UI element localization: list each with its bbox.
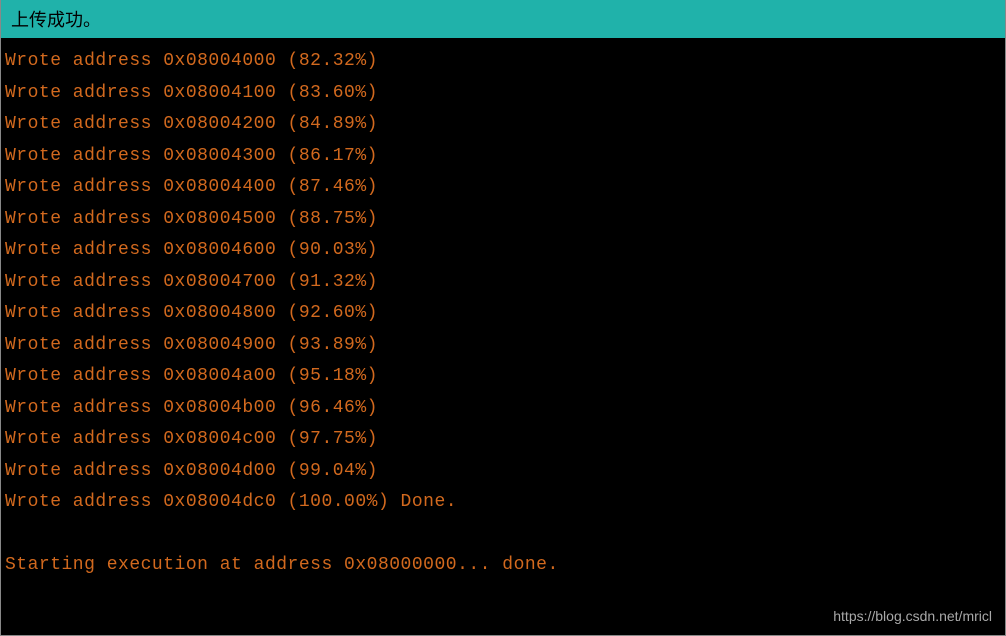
terminal-line: Wrote address 0x08004b00 (96.46%) [5,393,1001,425]
terminal-line: Wrote address 0x08004500 (88.75%) [5,204,1001,236]
terminal-line: Wrote address 0x08004c00 (97.75%) [5,424,1001,456]
terminal-line: Wrote address 0x08004200 (84.89%) [5,109,1001,141]
terminal-line: Wrote address 0x08004000 (82.32%) [5,46,1001,78]
watermark: https://blog.csdn.net/mricl [833,608,992,624]
terminal-line: Wrote address 0x08004400 (87.46%) [5,172,1001,204]
terminal-line: Wrote address 0x08004700 (91.32%) [5,267,1001,299]
terminal-line: Wrote address 0x08004a00 (95.18%) [5,361,1001,393]
status-message: 上传成功。 [11,10,101,30]
status-bar: 上传成功。 [0,0,1006,38]
terminal-output[interactable]: Wrote address 0x08004000 (82.32%) Wrote … [0,38,1006,636]
terminal-line: Wrote address 0x08004d00 (99.04%) [5,456,1001,488]
terminal-line: Wrote address 0x08004600 (90.03%) [5,235,1001,267]
terminal-line: Starting execution at address 0x08000000… [5,550,1001,582]
terminal-line: Wrote address 0x08004800 (92.60%) [5,298,1001,330]
terminal-line: Wrote address 0x08004dc0 (100.00%) Done. [5,487,1001,519]
terminal-blank-line [5,519,1001,551]
terminal-line: Wrote address 0x08004900 (93.89%) [5,330,1001,362]
terminal-line: Wrote address 0x08004300 (86.17%) [5,141,1001,173]
terminal-line: Wrote address 0x08004100 (83.60%) [5,78,1001,110]
